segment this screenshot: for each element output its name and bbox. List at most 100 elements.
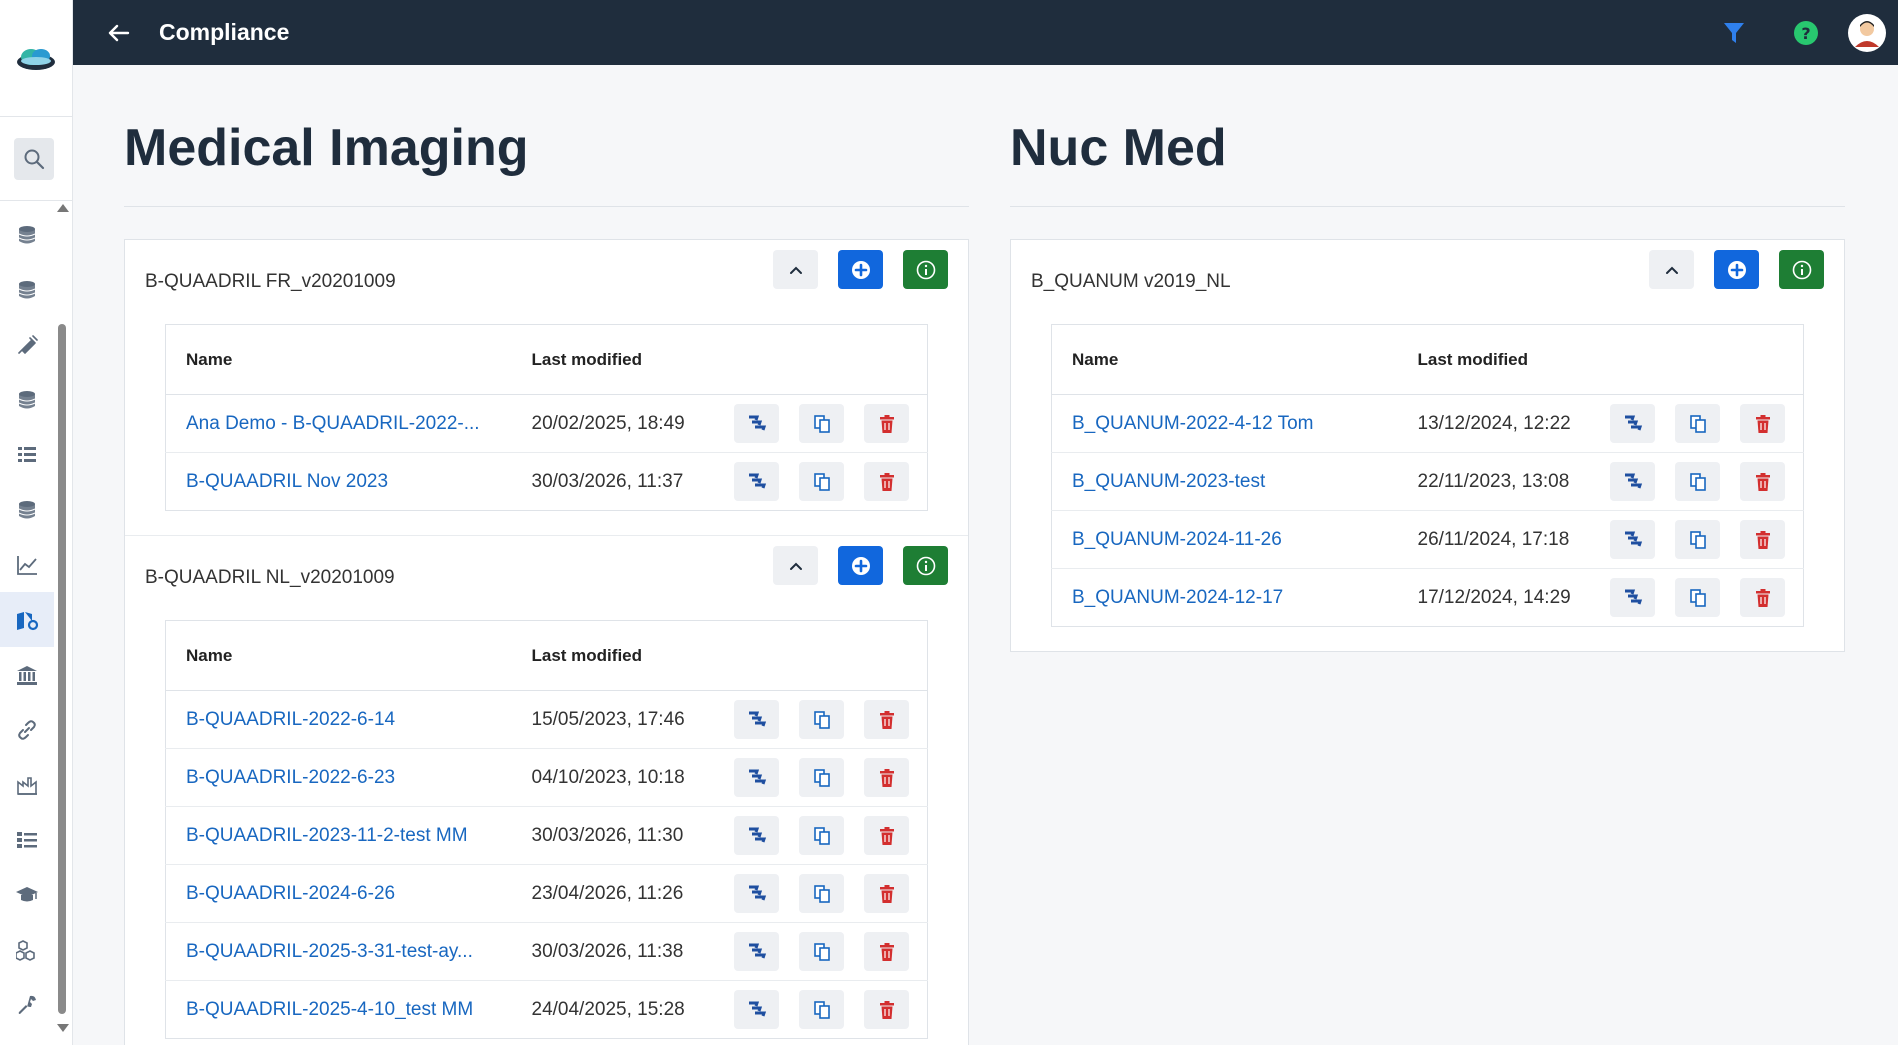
scroll-thumb[interactable]: [58, 324, 66, 1014]
file-name-link[interactable]: B_QUANUM-2024-11-26: [1072, 529, 1282, 550]
back-button[interactable]: [103, 17, 135, 49]
file-name-link[interactable]: B-QUAADRIL-2024-6-26: [186, 883, 395, 904]
add-button[interactable]: [1714, 250, 1759, 289]
copy-button[interactable]: [799, 700, 844, 739]
add-button[interactable]: [838, 546, 883, 585]
app-logo[interactable]: [0, 0, 72, 117]
column-header-modified[interactable]: Last modified: [1397, 324, 1580, 395]
sidebar-item-graduation-cap[interactable]: [0, 867, 54, 922]
file-name-link[interactable]: B-QUAADRIL Nov 2023: [186, 471, 388, 492]
file-name-link[interactable]: B_QUANUM-2024-12-17: [1072, 587, 1283, 608]
sidebar-item-database[interactable]: [0, 207, 54, 262]
move-button[interactable]: [1610, 462, 1655, 501]
column-header-modified[interactable]: Last modified: [511, 324, 698, 395]
sidebar-item-book-gear[interactable]: [0, 592, 54, 647]
move-button[interactable]: [734, 462, 779, 501]
move-button[interactable]: [734, 758, 779, 797]
scroll-up-arrow[interactable]: [57, 204, 69, 212]
move-button[interactable]: [734, 700, 779, 739]
file-name-link[interactable]: B-QUAADRIL-2022-6-14: [186, 709, 395, 730]
move-button[interactable]: [1610, 404, 1655, 443]
move-button[interactable]: [734, 816, 779, 855]
move-button[interactable]: [734, 932, 779, 971]
sidebar-item-syringe[interactable]: [0, 317, 54, 372]
file-name-link[interactable]: Ana Demo - B-QUAADRIL-2022-...: [186, 413, 480, 434]
copy-button[interactable]: [1675, 404, 1720, 443]
delete-button[interactable]: [864, 758, 909, 797]
sidebar-item-factory-chart[interactable]: [0, 757, 54, 812]
file-name-link[interactable]: B_QUANUM-2022-4-12 Tom: [1072, 413, 1313, 434]
move-button[interactable]: [1610, 520, 1655, 559]
database-icon: [18, 390, 36, 408]
book-gear-icon: [17, 611, 39, 630]
move-stack-icon: [1624, 473, 1642, 488]
copy-button[interactable]: [799, 816, 844, 855]
column-header-name[interactable]: Name: [1051, 324, 1398, 395]
sidebar-search-button[interactable]: [14, 138, 54, 180]
move-button[interactable]: [734, 874, 779, 913]
sidebar-scrollbar[interactable]: [56, 204, 69, 1032]
file-name-link[interactable]: B-QUAADRIL-2025-4-10_test MM: [186, 999, 473, 1020]
sidebar-item-database[interactable]: [0, 372, 54, 427]
copy-button[interactable]: [799, 462, 844, 501]
help-icon: ?: [1794, 20, 1818, 45]
files-table: Name Last modified B-QUAADRIL-2022-6-14 …: [165, 620, 928, 1039]
column-header-modified[interactable]: Last modified: [511, 620, 698, 691]
user-avatar[interactable]: [1848, 13, 1886, 52]
help-button[interactable]: ?: [1786, 13, 1826, 53]
delete-button[interactable]: [1740, 520, 1785, 559]
sidebar-item-database[interactable]: [0, 262, 54, 317]
copy-button[interactable]: [799, 990, 844, 1029]
collapse-button[interactable]: [773, 546, 818, 585]
add-button[interactable]: [838, 250, 883, 289]
sidebar-item-wrench[interactable]: [0, 977, 54, 1032]
collapse-button[interactable]: [773, 250, 818, 289]
copy-button[interactable]: [799, 874, 844, 913]
move-button[interactable]: [734, 990, 779, 1029]
delete-button[interactable]: [864, 462, 909, 501]
copy-button[interactable]: [799, 932, 844, 971]
delete-button[interactable]: [864, 700, 909, 739]
delete-button[interactable]: [1740, 404, 1785, 443]
info-button[interactable]: [1779, 250, 1824, 289]
plus-circle-icon: [851, 260, 870, 279]
delete-button[interactable]: [1740, 578, 1785, 617]
sidebar-item-link[interactable]: [0, 702, 54, 757]
info-button[interactable]: [903, 250, 948, 289]
copy-button[interactable]: [799, 758, 844, 797]
delete-button[interactable]: [864, 404, 909, 443]
last-modified: 30/03/2026, 11:38: [531, 940, 684, 962]
delete-button[interactable]: [1740, 462, 1785, 501]
sidebar-item-cubes[interactable]: [0, 922, 54, 977]
delete-button[interactable]: [864, 874, 909, 913]
info-button[interactable]: [903, 546, 948, 585]
file-name-link[interactable]: B-QUAADRIL-2025-3-31-test-ay...: [186, 941, 473, 962]
file-name-link[interactable]: B_QUANUM-2023-test: [1072, 471, 1265, 492]
sidebar-item-chart-line[interactable]: [0, 537, 54, 592]
table-row: B-QUAADRIL-2025-4-10_test MM 24/04/2025,…: [166, 981, 928, 1039]
move-button[interactable]: [1610, 578, 1655, 617]
template-section: B-QUAADRIL FR_v20201009 Name Last modifi…: [125, 240, 968, 536]
copy-button[interactable]: [1675, 462, 1720, 501]
file-name-link[interactable]: B-QUAADRIL-2023-11-2-test MM: [186, 825, 468, 846]
sidebar-item-list[interactable]: [0, 427, 54, 482]
file-name-link[interactable]: B-QUAADRIL-2022-6-23: [186, 767, 395, 788]
filter-button[interactable]: [1714, 13, 1754, 53]
copy-button[interactable]: [799, 404, 844, 443]
sidebar-item-bank[interactable]: [0, 647, 54, 702]
delete-button[interactable]: [864, 932, 909, 971]
delete-button[interactable]: [864, 990, 909, 1029]
copy-button[interactable]: [1675, 520, 1720, 559]
move-button[interactable]: [734, 404, 779, 443]
last-modified: 24/04/2025, 15:28: [531, 998, 685, 1020]
column-header-name[interactable]: Name: [165, 324, 512, 395]
sidebar-item-database[interactable]: [0, 482, 54, 537]
column-header-name[interactable]: Name: [165, 620, 512, 691]
scroll-down-arrow[interactable]: [57, 1024, 69, 1032]
copy-button[interactable]: [1675, 578, 1720, 617]
collapse-button[interactable]: [1649, 250, 1694, 289]
sidebar-item-checklist[interactable]: [0, 812, 54, 867]
trash-icon: [879, 826, 894, 845]
move-stack-icon: [748, 415, 766, 430]
delete-button[interactable]: [864, 816, 909, 855]
